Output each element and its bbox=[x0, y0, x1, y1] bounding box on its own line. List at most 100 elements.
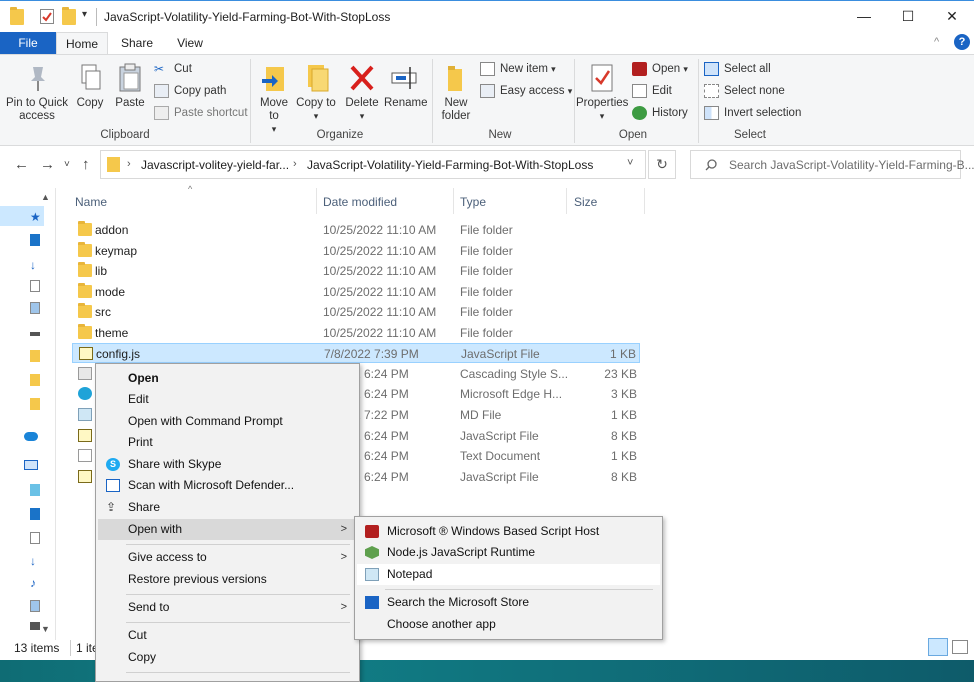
tab-share[interactable]: Share bbox=[114, 32, 160, 54]
breadcrumb-chevron-icon[interactable]: › bbox=[293, 158, 297, 170]
divider bbox=[96, 8, 97, 26]
file-name: lib bbox=[95, 264, 108, 278]
column-type[interactable]: Type bbox=[460, 195, 486, 209]
paste-button[interactable]: Paste bbox=[110, 63, 150, 110]
column-date[interactable]: Date modified bbox=[323, 195, 397, 209]
close-button[interactable]: ✕ bbox=[930, 1, 974, 33]
pin-quick-access-button[interactable]: Pin to Quick access bbox=[4, 63, 70, 123]
column-separator[interactable] bbox=[453, 188, 454, 214]
file-type: File folder bbox=[460, 244, 513, 258]
back-arrow-icon[interactable]: ← bbox=[14, 156, 29, 173]
recent-locations-chevron-icon[interactable]: ˅ bbox=[64, 159, 70, 170]
column-separator[interactable] bbox=[566, 188, 567, 214]
menu-item-print[interactable]: Print bbox=[98, 432, 153, 453]
new-folder-button[interactable]: New folder bbox=[436, 63, 476, 123]
paste-icon bbox=[116, 63, 144, 93]
menu-item-share-skype[interactable]: S Share with Skype bbox=[98, 454, 221, 475]
tab-home[interactable]: Home bbox=[56, 32, 108, 54]
menu-item-cut[interactable]: Cut bbox=[98, 625, 147, 646]
properties-icon[interactable] bbox=[40, 9, 54, 24]
table-row[interactable]: addon 10/25/2022 11:10 AM File folder bbox=[72, 220, 640, 240]
submenu-item-wscript[interactable]: Microsoft ® Windows Based Script Host bbox=[357, 521, 599, 542]
easy-access-button[interactable]: Easy access ▾ bbox=[480, 82, 572, 100]
breadcrumb-parent[interactable]: Javascript-volitey-yield-far... bbox=[141, 158, 289, 172]
customize-toolbar-icon[interactable]: ▾ bbox=[82, 9, 87, 20]
invert-selection-icon bbox=[704, 106, 719, 120]
new-item-button[interactable]: New item ▾ bbox=[480, 60, 556, 78]
table-row[interactable]: src 10/25/2022 11:10 AM File folder bbox=[72, 302, 640, 322]
paste-shortcut-button[interactable]: Paste shortcut bbox=[154, 104, 248, 122]
move-to-button[interactable]: Move to ▾ bbox=[254, 63, 294, 136]
history-button[interactable]: History bbox=[632, 104, 688, 122]
menu-item-give-access[interactable]: Give access to > bbox=[98, 547, 357, 568]
table-row-selected[interactable]: config.js 7/8/2022 7:39 PM JavaScript Fi… bbox=[72, 343, 640, 363]
select-none-button[interactable]: Select none bbox=[704, 82, 785, 100]
breadcrumb-current[interactable]: JavaScript-Volatility-Yield-Farming-Bot-… bbox=[307, 158, 593, 172]
table-row[interactable]: keymap 10/25/2022 11:10 AM File folder bbox=[72, 241, 640, 261]
large-icons-view-icon[interactable] bbox=[952, 640, 968, 654]
invert-selection-button[interactable]: Invert selection bbox=[704, 104, 801, 122]
this-pc-icon bbox=[24, 460, 38, 470]
rename-button[interactable]: Rename bbox=[384, 63, 427, 110]
file-date: 2 6:24 PM bbox=[354, 449, 409, 463]
submenu-item-notepad[interactable]: Notepad bbox=[357, 564, 660, 585]
details-view-icon[interactable] bbox=[928, 638, 948, 656]
file-size: 1 KB bbox=[610, 408, 637, 422]
divider bbox=[70, 640, 71, 656]
address-dropdown-icon[interactable]: ˅ bbox=[627, 157, 633, 169]
menu-item-scan-defender[interactable]: Scan with Microsoft Defender... bbox=[98, 475, 294, 496]
open-button[interactable]: Open ▾ bbox=[632, 60, 688, 78]
properties-button[interactable]: Properties ▾ bbox=[576, 63, 628, 123]
refresh-icon[interactable]: ↻ bbox=[648, 150, 676, 179]
column-size[interactable]: Size bbox=[574, 195, 597, 209]
navigation-pane[interactable]: ▲ ★ ↓ ↓ ♪ ▼ bbox=[0, 188, 56, 640]
submenu-item-node[interactable]: Node.js JavaScript Runtime bbox=[357, 542, 535, 563]
breadcrumb-chevron-icon[interactable]: › bbox=[127, 158, 131, 170]
column-name[interactable]: Name bbox=[75, 195, 107, 209]
delete-button[interactable]: Delete ▾ bbox=[342, 63, 382, 123]
copy-to-button[interactable]: Copy to ▾ bbox=[296, 63, 336, 123]
table-row[interactable]: theme 10/25/2022 11:10 AM File folder bbox=[72, 323, 640, 343]
table-row[interactable]: mode 10/25/2022 11:10 AM File folder bbox=[72, 282, 640, 302]
column-separator[interactable] bbox=[316, 188, 317, 214]
maximize-button[interactable]: ☐ bbox=[886, 1, 930, 33]
copy-path-button[interactable]: Copy path bbox=[154, 82, 226, 100]
menu-item-restore[interactable]: Restore previous versions bbox=[98, 569, 267, 590]
copy-button[interactable]: Copy bbox=[72, 63, 108, 110]
search-input[interactable]: Search JavaScript-Volatility-Yield-Farmi… bbox=[690, 150, 974, 179]
column-separator[interactable] bbox=[644, 188, 645, 214]
file-date: 10/25/2022 11:10 AM bbox=[323, 264, 437, 278]
collapse-ribbon-icon[interactable]: ^ bbox=[934, 36, 939, 48]
help-icon[interactable]: ? bbox=[954, 34, 970, 50]
menu-item-edit[interactable]: Edit bbox=[98, 389, 149, 410]
file-name: config.js bbox=[96, 347, 141, 361]
submenu-item-store[interactable]: Search the Microsoft Store bbox=[357, 592, 529, 613]
file-type: Text Document bbox=[460, 449, 541, 463]
file-name: src bbox=[95, 305, 111, 319]
menu-item-copy[interactable]: Copy bbox=[98, 647, 156, 668]
up-arrow-icon[interactable]: ↑ bbox=[82, 156, 90, 173]
minimize-button[interactable]: — bbox=[842, 1, 886, 33]
new-folder-icon[interactable] bbox=[62, 7, 76, 25]
menu-item-share[interactable]: ⇪ Share bbox=[98, 497, 160, 518]
table-row[interactable]: lib 10/25/2022 11:10 AM File folder bbox=[72, 261, 640, 281]
menu-item-send-to[interactable]: Send to > bbox=[98, 597, 357, 618]
tab-view[interactable]: View bbox=[168, 32, 212, 54]
select-all-button[interactable]: Select all bbox=[704, 60, 771, 78]
forward-arrow-icon[interactable]: → bbox=[40, 156, 55, 173]
scroll-down-icon[interactable]: ▼ bbox=[41, 624, 50, 634]
file-type: File folder bbox=[460, 305, 513, 319]
share-icon: ⇪ bbox=[106, 500, 117, 514]
select-all-label: Select all bbox=[724, 63, 771, 75]
file-date: 2 7:22 PM bbox=[354, 408, 409, 422]
menu-item-open-cmd[interactable]: Open with Command Prompt bbox=[98, 411, 283, 432]
tab-file[interactable]: File bbox=[0, 32, 56, 54]
address-bar[interactable]: › Javascript-volitey-yield-far... › Java… bbox=[100, 150, 646, 179]
select-none-label: Select none bbox=[724, 85, 785, 97]
submenu-item-choose-app[interactable]: Choose another app bbox=[357, 614, 496, 635]
menu-item-open-with[interactable]: Open with > bbox=[98, 519, 357, 540]
menu-item-open[interactable]: Open bbox=[98, 368, 159, 389]
cut-button[interactable]: ✂ Cut bbox=[154, 60, 192, 78]
edit-button[interactable]: Edit bbox=[632, 82, 672, 100]
scroll-up-icon[interactable]: ▲ bbox=[41, 192, 50, 202]
